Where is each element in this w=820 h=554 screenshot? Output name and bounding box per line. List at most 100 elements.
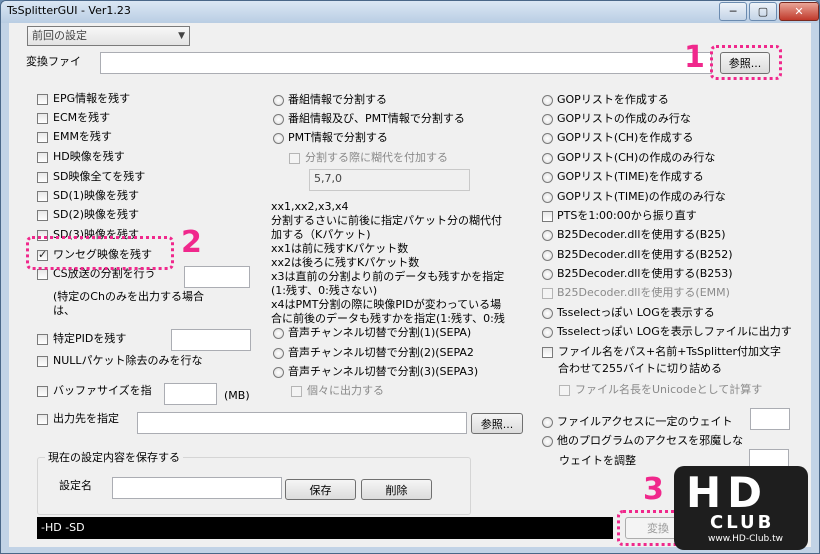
sd2-checkbox[interactable] [37,210,48,221]
filename-truncate-line2: 合わせて255バイトに切り詰める [558,362,722,375]
option-hd[interactable]: HD映像を残す [37,150,237,166]
gop-list-only-radio[interactable] [542,114,553,125]
buffer-size-checkbox[interactable] [37,386,48,397]
file-label: 変換ファイ [26,55,81,68]
save-button[interactable]: 保存 [285,479,356,500]
gop-list-ch-radio[interactable] [542,133,553,144]
help-line: 合に前後のデータも残すかを指定(1:残す、0:残 [271,312,505,325]
minimize-icon: ─ [729,5,737,18]
output-dest-checkbox[interactable] [37,414,48,425]
minimize-button[interactable]: ─ [719,2,747,21]
output-browse-button[interactable]: 参照... [471,413,523,434]
specific-pid-input[interactable] [171,329,251,351]
close-button[interactable]: ✕ [779,2,819,21]
save-settings-legend: 現在の設定内容を保存する [45,451,183,465]
split-by-program-radio[interactable] [273,95,284,106]
tsselect-log-radio[interactable] [542,308,553,319]
status-output: -HD -SD [37,517,613,539]
other-program-radio[interactable] [542,436,553,447]
filename-truncate-checkbox[interactable] [542,347,553,358]
b253-label: B25Decoder.dllを使用する(B253) [557,267,733,280]
cs-channel-input[interactable] [184,266,250,288]
ecm-checkbox[interactable] [37,113,48,124]
delete-button[interactable]: 削除 [361,479,432,500]
option-emm[interactable]: EMMを残す [37,130,237,146]
unicode-length-checkbox[interactable] [559,385,570,396]
hd-checkbox[interactable] [37,152,48,163]
specific-pid-checkbox[interactable] [37,334,48,345]
help-line: xx1は前に残すKパケット数 [271,242,409,255]
help-line: x4はPMT分割の際に映像PIDが変わっている場 [271,298,502,311]
gop-list-label: GOPリストを作成する [557,93,669,106]
audio-split2-radio[interactable] [273,348,284,359]
split-by-program-pmt-radio[interactable] [273,114,284,125]
cs-split-checkbox[interactable] [37,269,48,280]
gop-list-ch-only-radio[interactable] [542,153,553,164]
margin-input[interactable]: 5,7,0 [309,169,470,191]
individual-output-checkbox[interactable] [291,386,302,397]
gop-list-radio[interactable] [542,95,553,106]
option-sd2[interactable]: SD(2)映像を残す [37,208,237,224]
split-by-pmt-label: PMT情報で分割する [288,131,388,144]
emm-label: EMMを残す [53,130,112,143]
pts-label: PTSを1:00:00から振り直す [557,209,697,222]
maximize-icon: ▢ [757,5,769,18]
option-sd1[interactable]: SD(1)映像を残す [37,189,237,205]
watermark-hd: HD [686,468,769,517]
annotation-box-1 [710,45,782,80]
pts-checkbox[interactable] [542,211,553,222]
hd-label: HD映像を残す [53,150,125,163]
option-epg[interactable]: EPG情報を残す [37,92,237,108]
gop-list-only-label: GOPリストの作成のみ行な [557,112,691,125]
tsselect-log-file-label: Tsselectっぽい LOGを表示しファイルに出力す [557,325,792,338]
margin-checkbox[interactable] [289,153,300,164]
filename-truncate-line1: ファイル名をパス+名前+TsSplitter付加文字 [558,345,782,358]
epg-checkbox[interactable] [37,94,48,105]
help-line: xx2は後ろに残すKパケット数 [271,256,420,269]
preset-select[interactable]: 前回の設定 ▼ [27,26,190,46]
b253-radio[interactable] [542,269,553,280]
sd-all-checkbox[interactable] [37,172,48,183]
sd1-checkbox[interactable] [37,191,48,202]
other-program-label: 他のプログラムのアクセスを邪魔しな [557,434,744,447]
option-sd-all[interactable]: SD映像全てを残す [37,170,237,186]
input-file-field[interactable] [100,52,712,74]
maximize-button[interactable]: ▢ [749,2,777,21]
b25-radio[interactable] [542,230,553,241]
help-line: (1:残す、0:残さない) [271,284,378,297]
b252-radio[interactable] [542,250,553,261]
watermark-logo: HD CLUB www.HD-Club.tw [674,466,808,550]
chevron-down-icon: ▼ [178,31,185,41]
gop-list-time-only-radio[interactable] [542,192,553,203]
b25-label: B25Decoder.dllを使用する(B25) [557,228,726,241]
split-by-pmt-radio[interactable] [273,133,284,144]
title-bar: TsSplitterGUI - Ver1.23 ─ ▢ ✕ [1,1,819,23]
access-wait-input[interactable] [750,408,790,430]
buffer-size-input[interactable] [164,383,217,405]
b25-emm-checkbox[interactable] [542,288,553,299]
buffer-unit-label: (MB) [224,389,250,402]
settings-name-input[interactable] [112,477,282,499]
epg-label: EPG情報を残す [53,92,131,105]
gop-list-time-label: GOPリスト(TIME)を作成する [557,170,704,183]
margin-label: 分割する際に糊代を付加する [305,151,448,164]
b252-label: B25Decoder.dllを使用する(B252) [557,248,733,261]
access-wait-label: ファイルアクセスに一定のウェイト [557,415,733,428]
emm-checkbox[interactable] [37,132,48,143]
audio-split2-label: 音声チャンネル切替で分割(2)(SEPA2 [288,346,474,359]
null-packet-checkbox[interactable] [37,356,48,367]
margin-help-text: xx1,xx2,x3,x4 分割するさいに前後に指定パケット分の糊代付 加する（… [271,200,505,326]
access-wait-radio[interactable] [542,417,553,428]
tsselect-log-file-radio[interactable] [542,327,553,338]
help-line: 加する（Kパケット) [271,228,371,241]
specific-pid-label: 特定PIDを残す [53,332,127,345]
output-dest-input[interactable] [137,412,467,434]
option-ecm[interactable]: ECMを残す [37,111,237,127]
cs-note-line1: (特定のChのみを出力する場合 [53,290,204,303]
gop-list-time-radio[interactable] [542,172,553,183]
audio-split3-radio[interactable] [273,367,284,378]
ecm-label: ECMを残す [53,111,111,124]
audio-split1-label: 音声チャンネル切替で分割(1)(SEPA) [288,326,472,339]
null-packet-label: NULLパケット除去のみを行な [53,354,203,367]
audio-split1-radio[interactable] [273,328,284,339]
